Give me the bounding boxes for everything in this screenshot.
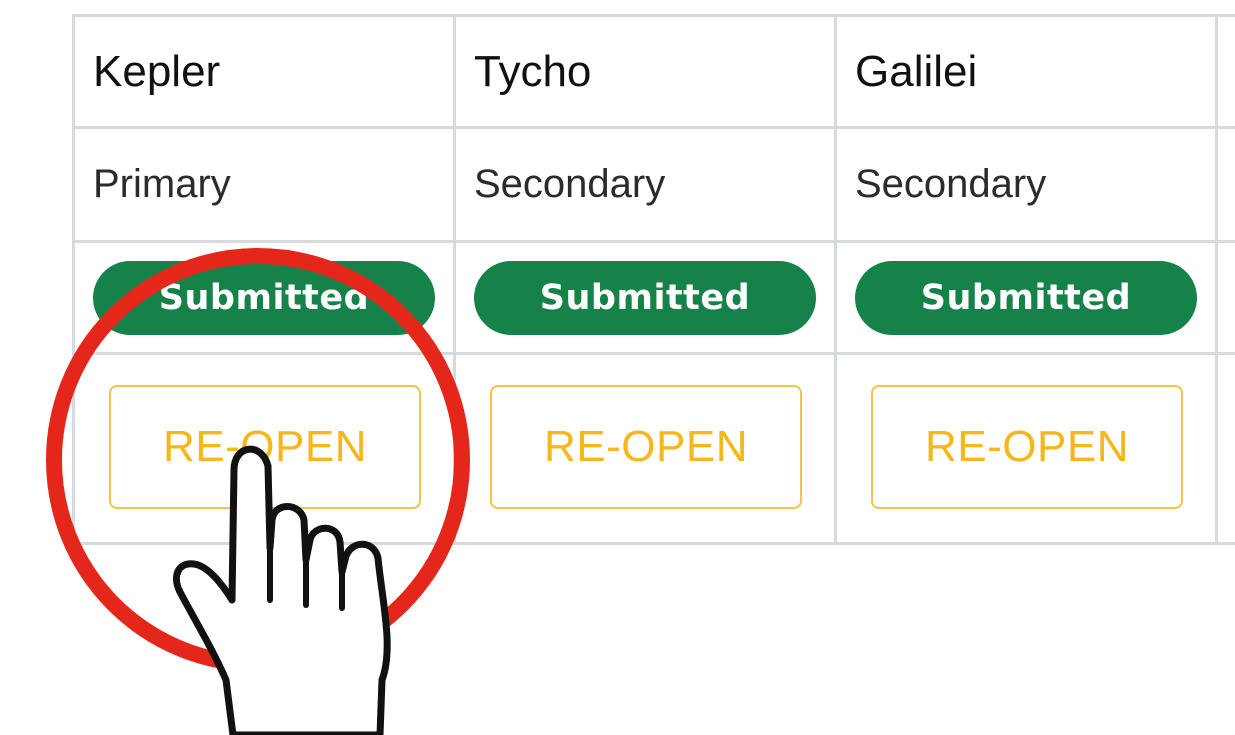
tier-label: Secondary xyxy=(855,162,1047,206)
tier-label: Primary xyxy=(93,162,231,206)
cell-name-galilei: Galilei xyxy=(837,17,1218,129)
screenshot-stage: Kepler Tycho Galilei Primary Secondary S… xyxy=(0,0,1235,735)
cell-action-galilei: RE-OPEN xyxy=(837,355,1218,545)
cell-tier-galilei: Secondary xyxy=(837,129,1218,243)
cell-action-kepler: RE-OPEN xyxy=(75,355,456,545)
cell-cut-off xyxy=(1218,355,1235,545)
status-badge: Submitted xyxy=(93,260,435,335)
column-name: Kepler xyxy=(93,46,221,96)
cell-name-kepler: Kepler xyxy=(75,17,456,129)
cell-name-tycho: Tycho xyxy=(456,17,837,129)
cell-action-tycho: RE-OPEN xyxy=(456,355,837,545)
review-table: Kepler Tycho Galilei Primary Secondary S… xyxy=(72,14,1235,545)
cell-cut-off xyxy=(1218,243,1235,355)
tier-label: Secondary xyxy=(474,162,666,206)
cell-tier-kepler: Primary xyxy=(75,129,456,243)
status-badge: Submitted xyxy=(474,260,816,335)
cell-cut-off xyxy=(1218,129,1235,243)
reopen-button-galilei[interactable]: RE-OPEN xyxy=(871,385,1183,509)
cell-status-tycho: Submitted xyxy=(456,243,837,355)
cell-status-kepler: Submitted xyxy=(75,243,456,355)
column-name: Galilei xyxy=(855,46,978,96)
cell-cut-off xyxy=(1218,17,1235,129)
cell-status-galilei: Submitted xyxy=(837,243,1218,355)
reopen-button-kepler[interactable]: RE-OPEN xyxy=(109,385,421,509)
cell-tier-tycho: Secondary xyxy=(456,129,837,243)
column-name: Tycho xyxy=(474,46,592,96)
reopen-button-tycho[interactable]: RE-OPEN xyxy=(490,385,802,509)
status-badge: Submitted xyxy=(855,260,1197,335)
